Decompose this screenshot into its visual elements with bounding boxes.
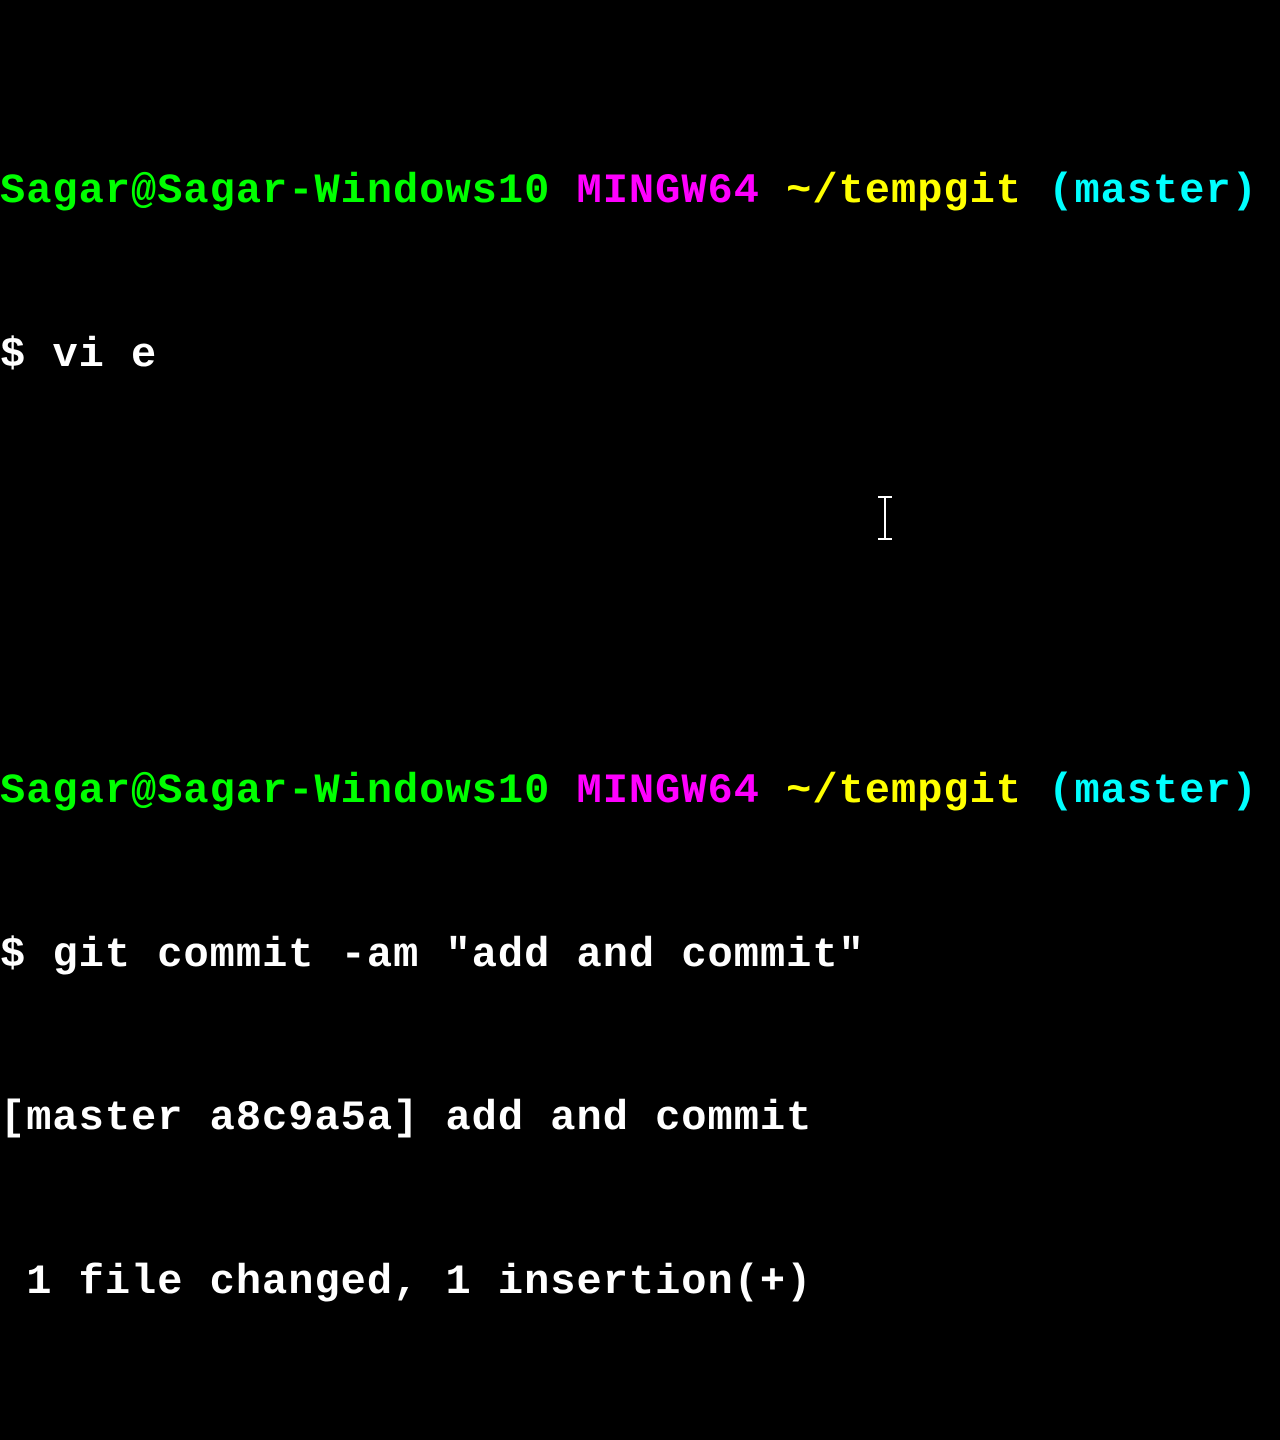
prompt-line-2: Sagar@Sagar-Windows10 MINGW64 ~/tempgit …: [0, 764, 1280, 819]
command-line-1: $ vi e: [0, 328, 1280, 383]
output-commit-hash: [master a8c9a5a] add and commit: [0, 1091, 1280, 1146]
output-files-changed: 1 file changed, 1 insertion(+): [0, 1255, 1280, 1310]
command-git-commit: git commit -am "add and commit": [52, 931, 864, 979]
command-line-2: $ git commit -am "add and commit": [0, 928, 1280, 983]
branch: (master): [1048, 767, 1258, 815]
blank-line: [0, 546, 1280, 600]
dollar-sign: $: [0, 331, 26, 379]
terminal-window[interactable]: Sagar@Sagar-Windows10 MINGW64 ~/tempgit …: [0, 0, 1280, 1440]
user-host: Sagar@Sagar-Windows10: [0, 767, 550, 815]
dollar-sign: $: [0, 931, 26, 979]
path: ~/tempgit: [786, 167, 1022, 215]
user-host: Sagar@Sagar-Windows10: [0, 167, 550, 215]
command-vi: vi e: [52, 331, 157, 379]
branch: (master): [1048, 167, 1258, 215]
mingw-label: MINGW64: [577, 167, 760, 215]
prompt-line-1: Sagar@Sagar-Windows10 MINGW64 ~/tempgit …: [0, 164, 1280, 219]
path: ~/tempgit: [786, 767, 1022, 815]
mingw-label: MINGW64: [577, 767, 760, 815]
